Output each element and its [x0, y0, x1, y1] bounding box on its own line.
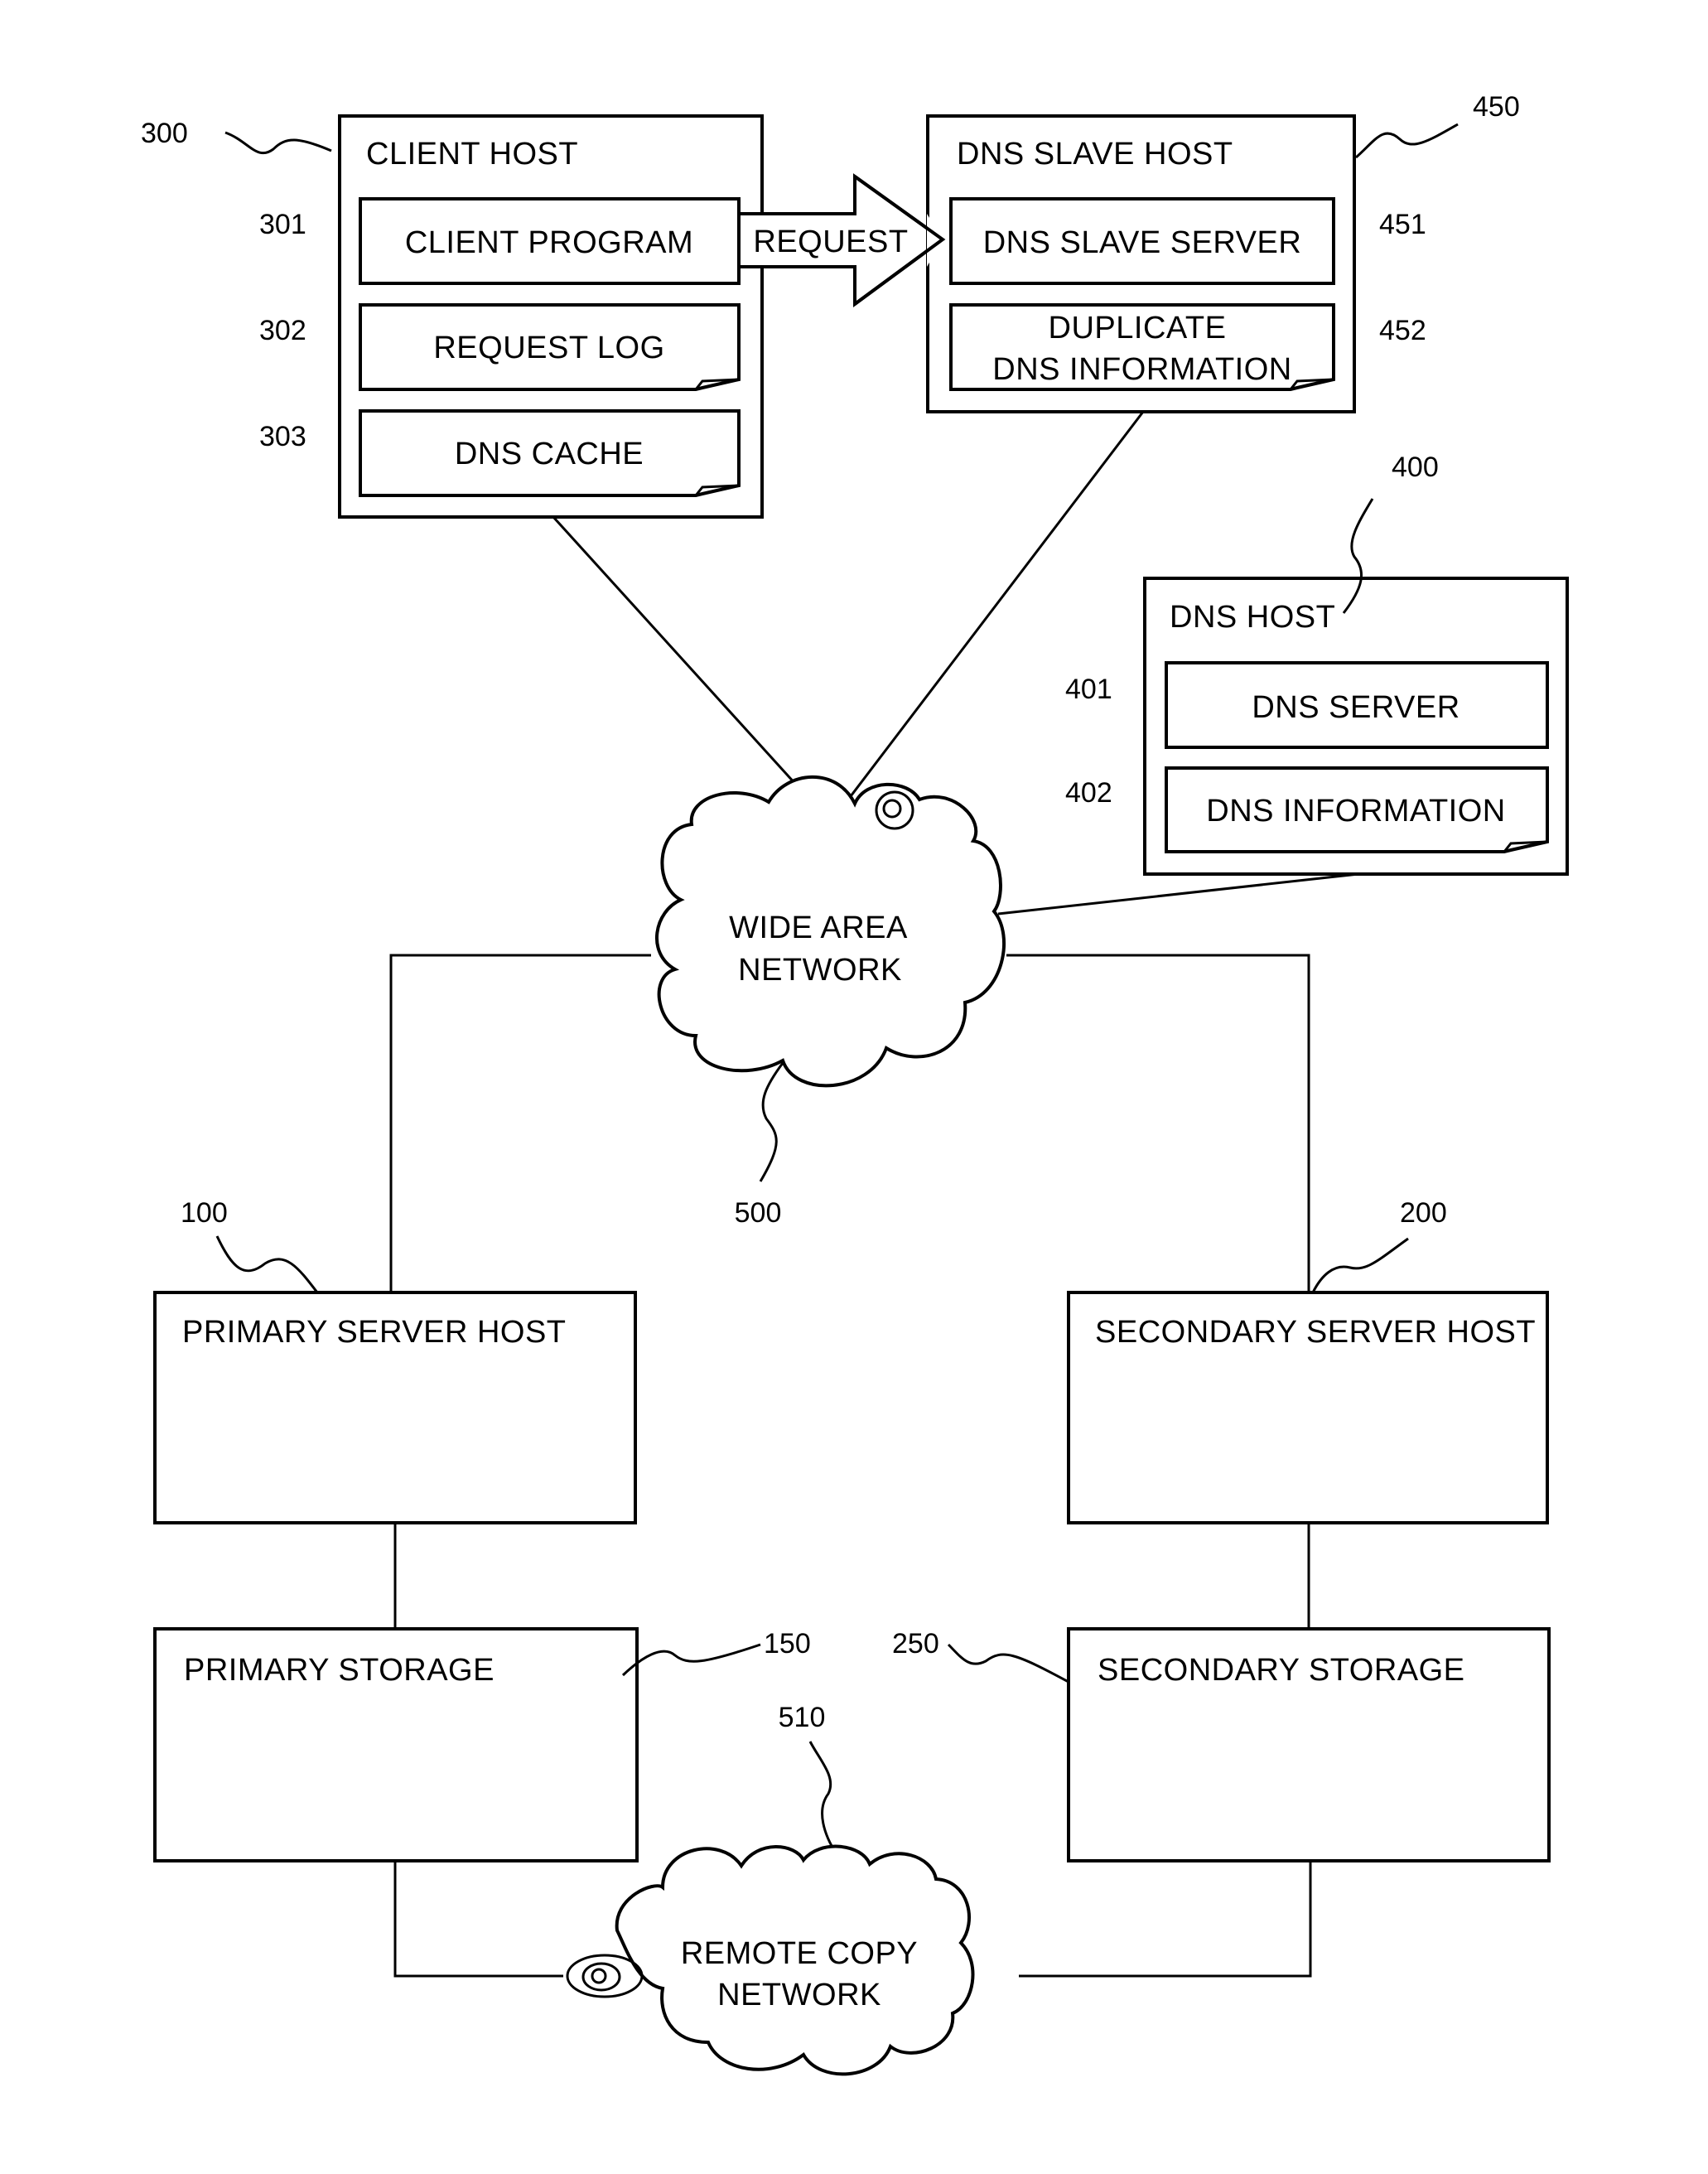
dns-information-label: DNS INFORMATION	[1206, 794, 1505, 829]
link-client-wan	[552, 515, 830, 822]
secondary-storage-leader	[947, 1643, 1069, 1684]
link-wan-secondary-host	[1006, 954, 1310, 1292]
link-secondary-storage-rcn	[1019, 1861, 1312, 1978]
dns-cache-ref: 303	[259, 421, 306, 452]
secondary-server-host-ref: 200	[1400, 1197, 1447, 1229]
dns-cache-label: DNS CACHE	[455, 437, 644, 471]
request-arrow: REQUEST	[737, 173, 946, 307]
request-log-label: REQUEST LOG	[433, 331, 664, 365]
client-host: CLIENT HOST 300 CLIENT PROGRAM 301 REQUE…	[141, 114, 764, 519]
secondary-storage: SECONDARY STORAGE 250	[892, 1627, 1551, 1862]
link-primary-storage-rcn	[393, 1861, 563, 1978]
request-log-ref: 302	[259, 315, 306, 346]
duplicate-dns-info-label-2: DNS INFORMATION	[992, 352, 1291, 387]
dns-server-label: DNS SERVER	[1252, 690, 1460, 725]
rcn-swirl-mid	[581, 1962, 621, 1992]
dns-slave-server-ref: 451	[1379, 209, 1426, 240]
primary-server-host-leader	[215, 1235, 319, 1293]
rcn-label-1: REMOTE COPY	[681, 1936, 918, 1971]
primary-server-host: PRIMARY SERVER HOST 100	[153, 1197, 637, 1524]
client-host-leader	[224, 131, 332, 155]
wan-leader	[759, 1062, 784, 1182]
primary-storage-title: PRIMARY STORAGE	[184, 1653, 495, 1688]
dns-host: DNS HOST 400 DNS SERVER 401 DNS INFORMAT…	[1065, 452, 1569, 876]
client-host-ref: 300	[141, 118, 188, 149]
client-program-label: CLIENT PROGRAM	[405, 225, 693, 260]
duplicate-dns-info-ref: 452	[1379, 315, 1426, 346]
dns-server-ref: 401	[1065, 674, 1112, 705]
primary-storage: PRIMARY STORAGE 150	[153, 1627, 811, 1862]
secondary-storage-title: SECONDARY STORAGE	[1098, 1653, 1465, 1688]
link-dnsslave-wan	[833, 411, 1145, 818]
client-host-title: CLIENT HOST	[366, 137, 578, 172]
secondary-server-host-title: SECONDARY SERVER HOST	[1095, 1315, 1536, 1350]
wan-label-2: NETWORK	[738, 953, 902, 988]
primary-storage-leader	[621, 1643, 761, 1677]
primary-server-host-ref: 100	[181, 1197, 228, 1229]
rcn-label-2: NETWORK	[717, 1978, 881, 2012]
link-wan-primary-host	[389, 954, 651, 1292]
client-program-ref: 301	[259, 209, 306, 240]
dns-slave-host-ref: 450	[1473, 91, 1520, 123]
network-diagram: CLIENT HOST 300 CLIENT PROGRAM 301 REQUE…	[141, 91, 1569, 2076]
dns-slave-host-title: DNS SLAVE HOST	[957, 137, 1233, 172]
dns-host-title: DNS HOST	[1170, 600, 1335, 635]
wide-area-network: WIDE AREA NETWORK 500	[655, 775, 1006, 1229]
request-arrow-label: REQUEST	[753, 225, 908, 259]
primary-server-host-title: PRIMARY SERVER HOST	[182, 1315, 567, 1350]
dns-information-ref: 402	[1065, 777, 1112, 809]
dns-host-ref: 400	[1392, 452, 1439, 483]
rcn-ref: 510	[779, 1702, 826, 1733]
rcn-swirl-inner	[591, 1968, 607, 1984]
secondary-server-host-leader	[1311, 1237, 1409, 1293]
primary-storage-ref: 150	[764, 1628, 811, 1659]
rcn-leader	[808, 1741, 838, 1855]
wan-label-1: WIDE AREA	[729, 911, 908, 945]
link-dnshost-wan	[997, 872, 1359, 915]
wan-ref: 500	[735, 1197, 782, 1229]
dns-slave-host: DNS SLAVE HOST 450 DNS SLAVE SERVER 451 …	[853, 91, 1520, 413]
duplicate-dns-info-label-1: DUPLICATE	[1049, 311, 1227, 345]
dns-slave-server-label: DNS SLAVE SERVER	[983, 225, 1302, 260]
secondary-storage-ref: 250	[892, 1628, 939, 1659]
dns-slave-host-leader	[1355, 123, 1459, 159]
